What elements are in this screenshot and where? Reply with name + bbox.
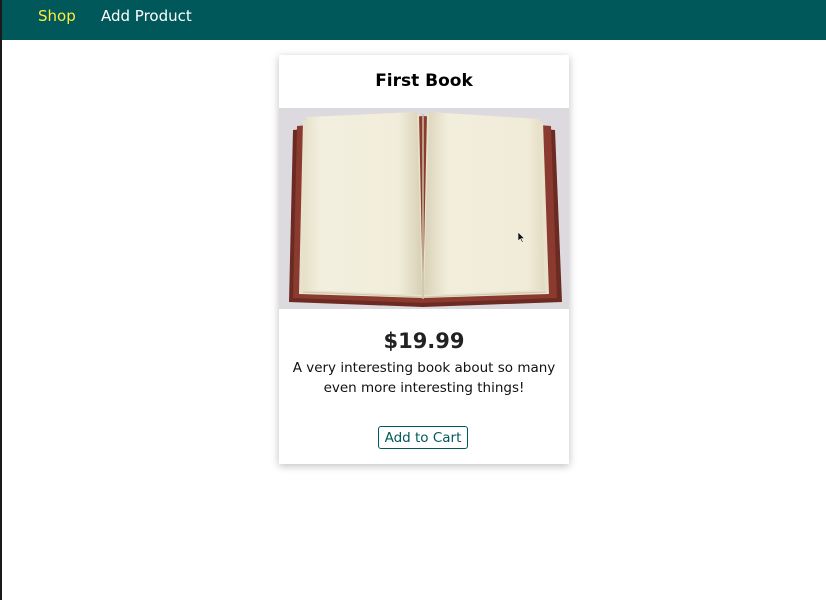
window-edge (0, 0, 2, 600)
product-price: $19.99 (383, 329, 465, 353)
product-card: First Book $19.99 A very interesting boo… (279, 55, 569, 464)
nav-shop-link[interactable]: Shop (38, 7, 76, 25)
nav-add-product-link[interactable]: Add Product (101, 7, 192, 25)
product-title: First Book (375, 71, 473, 91)
main-header: Shop Add Product (2, 0, 826, 40)
open-book-image (279, 108, 569, 309)
app-window: Shop Add Product First Book $19.99 A ver… (0, 0, 826, 600)
product-description: A very interesting book about so many ev… (292, 360, 556, 396)
add-to-cart-button[interactable]: Add to Cart (378, 426, 468, 449)
product-image (279, 108, 569, 309)
mouse-cursor-icon (518, 232, 526, 243)
